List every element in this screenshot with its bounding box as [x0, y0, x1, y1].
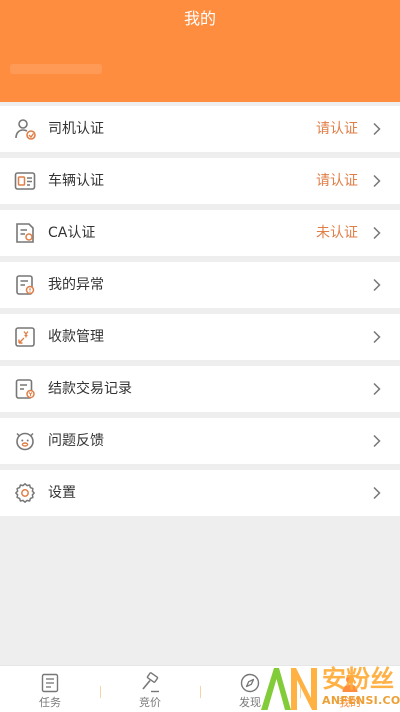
ca-certificate-icon [16, 223, 34, 243]
menu-item-driver-certification[interactable]: 司机认证 请认证 [0, 106, 400, 152]
menu-item-ca-certification[interactable]: CA认证 未认证 [0, 210, 400, 256]
chevron-right-icon [373, 278, 381, 292]
menu-item-label: 收款管理 [48, 329, 104, 345]
menu-item-settings[interactable]: 设置 [0, 470, 400, 516]
chevron-right-icon [373, 486, 381, 500]
menu-item-feedback[interactable]: 问题反馈 [0, 418, 400, 464]
tab-discover[interactable]: 发现 [200, 666, 300, 712]
menu-item-payment-management[interactable]: 收款管理 [0, 314, 400, 360]
chevron-right-icon [373, 382, 381, 396]
status-text: 未认证 [316, 225, 358, 241]
menu-item-my-exceptions[interactable]: 我的异常 [0, 262, 400, 308]
task-list-icon [41, 673, 59, 693]
tab-label: 发现 [239, 696, 261, 709]
status-text: 请认证 [316, 121, 358, 137]
feedback-face-icon [16, 432, 34, 451]
gear-icon [15, 483, 35, 503]
menu-item-label: 司机认证 [48, 121, 104, 137]
top-header: 我的 [0, 0, 400, 102]
menu-item-label: 设置 [48, 485, 76, 501]
bid-hammer-icon [142, 672, 159, 693]
tab-label: 竞价 [139, 696, 161, 709]
tab-label: 任务 [39, 696, 61, 709]
menu-item-label: CA认证 [48, 225, 96, 241]
menu-item-transaction-records[interactable]: 结款交易记录 [0, 366, 400, 412]
chevron-right-icon [373, 330, 381, 344]
tab-label: 我的 [339, 696, 361, 709]
menu-item-label: 问题反馈 [48, 433, 104, 449]
profile-icon [342, 675, 358, 692]
bottom-tab-bar: 任务 竞价 发现 我的 [0, 665, 400, 712]
chevron-right-icon [373, 226, 381, 240]
transaction-record-icon [15, 379, 35, 399]
exception-document-icon [16, 275, 35, 295]
header-faint-mark [10, 64, 102, 74]
chevron-right-icon [373, 122, 381, 136]
tab-profile[interactable]: 我的 [300, 666, 400, 712]
payment-transfer-icon [15, 327, 35, 347]
chevron-right-icon [373, 434, 381, 448]
tab-tasks[interactable]: 任务 [0, 666, 100, 712]
menu-item-label: 车辆认证 [48, 173, 104, 189]
chevron-right-icon [373, 174, 381, 188]
driver-user-icon [15, 119, 36, 140]
compass-icon [240, 673, 260, 693]
vehicle-card-icon [14, 172, 36, 190]
profile-menu: 司机认证 请认证 车辆认证 请认证 CA认证 未认证 我的异常 收款管理 结款交… [0, 106, 400, 516]
tab-bidding[interactable]: 竞价 [100, 666, 200, 712]
status-text: 请认证 [316, 173, 358, 189]
menu-item-label: 我的异常 [48, 277, 104, 293]
page-title: 我的 [183, 9, 216, 28]
menu-item-label: 结款交易记录 [48, 381, 132, 397]
menu-item-vehicle-certification[interactable]: 车辆认证 请认证 [0, 158, 400, 204]
